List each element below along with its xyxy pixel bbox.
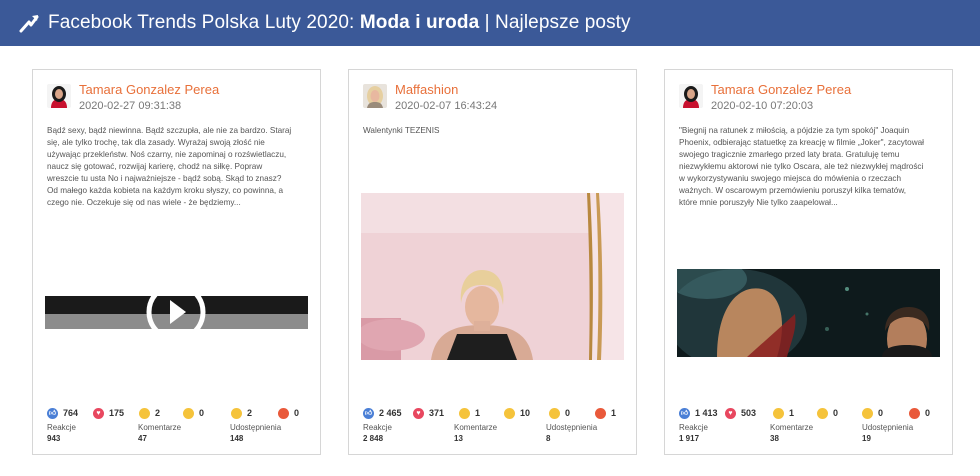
post-card: Tamara Gonzalez Perea 2020-02-10 07:20:0… xyxy=(664,69,953,455)
reactions-row: 👍︎ 2 465 ♥ 371 1 10 0 1 xyxy=(363,407,617,419)
comments-label: Komentarze xyxy=(138,423,182,432)
reactions-count: 2 848 xyxy=(363,434,384,443)
avatar[interactable] xyxy=(679,84,703,108)
sad-icon xyxy=(549,407,560,419)
love-icon: ♥ xyxy=(725,407,736,419)
author-name[interactable]: Maffashion xyxy=(395,83,497,97)
love-icon: ♥ xyxy=(413,407,424,419)
shares-count: 8 xyxy=(546,434,551,443)
post-stats: Reakcje 2 848 Komentarze 13 Udostępnienia 8 xyxy=(363,423,625,445)
comments-count: 47 xyxy=(138,434,147,443)
post-author: Tamara Gonzalez Perea 2020-02-27 09:31:3… xyxy=(47,83,219,112)
post-stats: Reakcje 1 917 Komentarze 38 Udostępnienia 1… xyxy=(679,423,941,445)
reactions-row: 👍︎ 1 413 ♥ 503 1 0 0 0 xyxy=(679,407,931,419)
avatar[interactable] xyxy=(47,84,71,108)
post-image[interactable] xyxy=(677,269,940,357)
post-text: "Biegnij na ratunek z miłością, a pójdzi… xyxy=(679,126,925,207)
wow-icon xyxy=(817,407,828,419)
love-icon: ♥ xyxy=(93,407,104,419)
shares-label: Udostępnienia xyxy=(230,423,282,432)
wow-icon xyxy=(183,407,194,419)
wow-icon xyxy=(504,407,515,419)
trend-arrow-icon xyxy=(19,15,39,33)
like-icon: 👍︎ xyxy=(679,407,690,419)
sad-icon xyxy=(231,407,242,419)
post-video[interactable] xyxy=(45,296,308,329)
angry-icon xyxy=(909,407,920,419)
post-card: Tamara Gonzalez Perea 2020-02-27 09:31:3… xyxy=(32,69,321,455)
shares-count: 19 xyxy=(862,434,871,443)
shares-label: Udostępnienia xyxy=(546,423,598,432)
avatar[interactable] xyxy=(363,84,387,108)
reactions-row: 👍︎ 764 ♥ 175 2 0 2 0 xyxy=(47,407,300,419)
reactions-label: Reakcje xyxy=(363,423,392,432)
shares-label: Udostępnienia xyxy=(862,423,914,432)
haha-icon xyxy=(773,407,784,419)
post-author: Tamara Gonzalez Perea 2020-02-10 07:20:0… xyxy=(679,83,851,112)
post-date: 2020-02-07 16:43:24 xyxy=(395,100,498,112)
page-title: Facebook Trends Polska Luty 2020: Moda i… xyxy=(48,12,631,33)
post-text: Walentynki TEZENIS xyxy=(363,126,440,135)
post-text: Bądź sexy, bądź niewinna. Bądź szczupła,… xyxy=(47,126,292,207)
comments-count: 38 xyxy=(770,434,779,443)
play-icon[interactable] xyxy=(146,296,206,329)
comments-count: 13 xyxy=(454,434,463,443)
like-icon: 👍︎ xyxy=(363,407,374,419)
sad-icon xyxy=(862,407,873,419)
haha-icon xyxy=(459,407,470,419)
like-icon: 👍︎ xyxy=(47,407,58,419)
author-name[interactable]: Tamara Gonzalez Perea xyxy=(79,83,219,97)
post-date: 2020-02-27 09:31:38 xyxy=(79,100,182,112)
reactions-count: 943 xyxy=(47,434,61,443)
haha-icon xyxy=(139,407,150,419)
angry-icon xyxy=(595,407,606,419)
post-card: Maffashion 2020-02-07 16:43:24 Walentynk… xyxy=(348,69,637,455)
reactions-label: Reakcje xyxy=(47,423,76,432)
reactions-label: Reakcje xyxy=(679,423,708,432)
angry-icon xyxy=(278,407,289,419)
author-name[interactable]: Tamara Gonzalez Perea xyxy=(711,83,851,97)
post-image[interactable] xyxy=(361,193,624,360)
post-stats: Reakcje 943 Komentarze 47 Udostępnienia 148 xyxy=(47,423,309,445)
comments-label: Komentarze xyxy=(454,423,498,432)
page-header: Facebook Trends Polska Luty 2020: Moda i… xyxy=(0,0,980,46)
comments-label: Komentarze xyxy=(770,423,814,432)
reactions-count: 1 917 xyxy=(679,434,700,443)
shares-count: 148 xyxy=(230,434,244,443)
post-date: 2020-02-10 07:20:03 xyxy=(711,100,814,112)
post-author: Maffashion 2020-02-07 16:43:24 xyxy=(363,83,497,112)
